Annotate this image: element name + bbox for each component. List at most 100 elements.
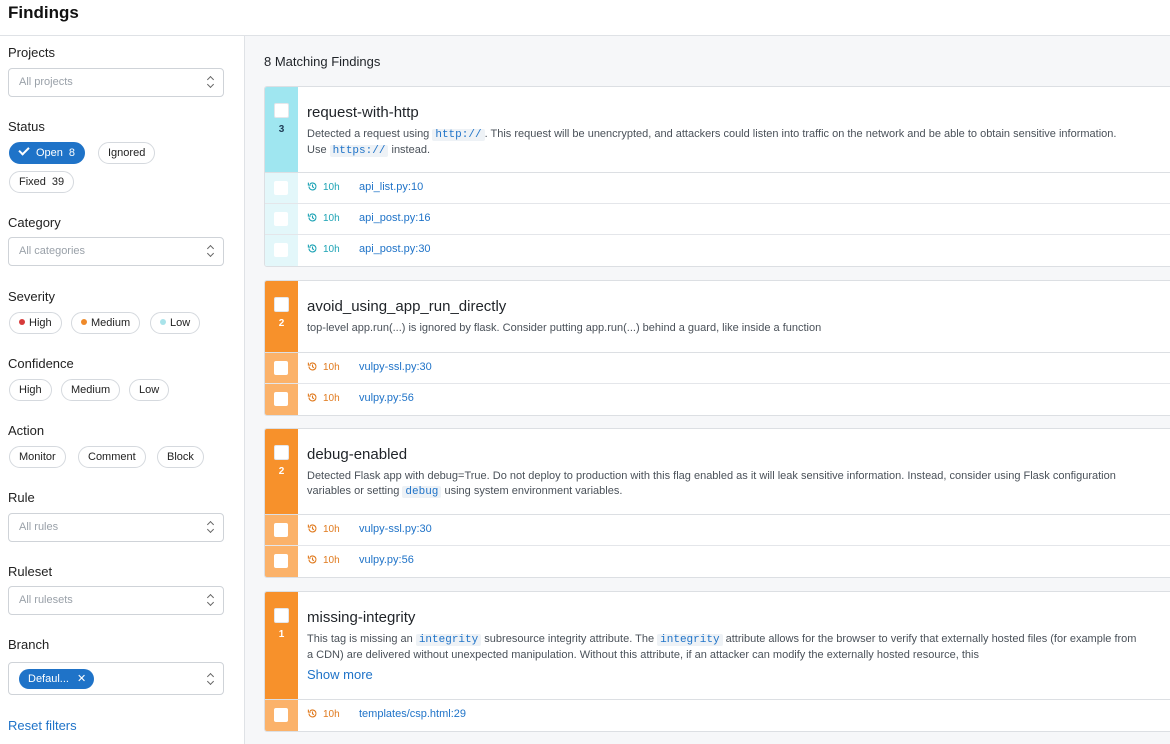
status-ignored-chip[interactable]: Ignored <box>98 142 156 164</box>
severity-stripe: 1 <box>265 592 298 699</box>
finding-checkbox[interactable] <box>274 297 289 312</box>
action-label: Action <box>8 423 45 438</box>
severity-label: Severity <box>8 289 55 304</box>
finding-checkbox[interactable] <box>274 608 289 623</box>
finding-checkbox[interactable] <box>274 103 289 118</box>
medium-dot-icon <box>81 319 87 325</box>
severity-low-chip[interactable]: Low <box>150 312 201 334</box>
status-open-label: Open <box>36 147 63 159</box>
location-row[interactable]: 10h vulpy.py:56 <box>265 546 1170 577</box>
matching-findings-count: 8 Matching Findings <box>264 54 381 69</box>
age: 10h <box>307 523 340 535</box>
ruleset-placeholder: All rulesets <box>19 594 73 606</box>
rule-name[interactable]: avoid_using_app_run_directly <box>307 298 506 315</box>
rule-label: Rule <box>8 490 35 505</box>
severity-high-label: High <box>29 317 52 329</box>
finding-card: 1 missing-integrity This tag is missing … <box>264 591 1170 732</box>
reset-filters-link[interactable]: Reset filters <box>8 718 77 733</box>
age: 10h <box>307 181 340 193</box>
status-ignored-label: Ignored <box>108 147 146 159</box>
confidence-medium-label: Medium <box>71 384 111 396</box>
location-row[interactable]: 10h vulpy-ssl.py:30 <box>265 515 1170 546</box>
finding-description: This tag is missing an integrity subreso… <box>307 633 1137 661</box>
status-fixed-count: 39 <box>51 176 65 188</box>
location-checkbox[interactable] <box>274 708 288 722</box>
history-icon <box>307 213 317 222</box>
location-checkbox[interactable] <box>274 181 288 195</box>
severity-stripe: 2 <box>265 429 298 514</box>
history-icon <box>307 393 317 402</box>
chevron-updown-icon <box>207 244 214 258</box>
location-row[interactable]: 10h vulpy-ssl.py:30 <box>265 353 1170 384</box>
action-monitor-chip[interactable]: Monitor <box>9 446 66 468</box>
branch-select[interactable]: Defaul... ✕ <box>8 662 224 695</box>
location-checkbox[interactable] <box>274 554 288 568</box>
location-checkbox[interactable] <box>274 392 288 406</box>
rule-select[interactable]: All rules <box>8 513 224 542</box>
location-row[interactable]: 10h api_post.py:30 <box>265 235 1170 266</box>
rule-name[interactable]: request-with-http <box>307 104 419 121</box>
file-link[interactable]: vulpy-ssl.py:30 <box>359 523 432 535</box>
severity-medium-chip[interactable]: Medium <box>71 312 141 334</box>
ruleset-label: Ruleset <box>8 564 53 579</box>
confidence-high-label: High <box>19 384 42 396</box>
location-row[interactable]: 10h api_list.py:10 <box>265 173 1170 204</box>
finding-description: top-level app.run(...) is ignored by fla… <box>307 322 822 334</box>
finding-header[interactable]: 3 request-with-http Detected a request u… <box>265 87 1170 173</box>
low-dot-icon <box>160 319 166 325</box>
history-icon <box>307 709 317 718</box>
ruleset-select[interactable]: All rulesets <box>8 586 224 615</box>
severity-high-chip[interactable]: High <box>9 312 62 334</box>
location-checkbox[interactable] <box>274 523 288 537</box>
confidence-low-chip[interactable]: Low <box>129 379 170 401</box>
file-link[interactable]: api_post.py:16 <box>359 212 431 224</box>
status-fixed-chip[interactable]: Fixed 39 <box>9 171 75 193</box>
file-link[interactable]: vulpy.py:56 <box>359 554 414 566</box>
branch-tag-label: Defaul... <box>28 673 69 685</box>
finding-card: 2 avoid_using_app_run_directly top-level… <box>264 280 1170 416</box>
category-placeholder: All categories <box>19 245 86 257</box>
severity-stripe: 3 <box>265 87 298 172</box>
finding-count: 2 <box>278 318 285 329</box>
file-link[interactable]: api_post.py:30 <box>359 243 431 255</box>
file-link[interactable]: vulpy.py:56 <box>359 392 414 404</box>
confidence-medium-chip[interactable]: Medium <box>61 379 121 401</box>
rule-name[interactable]: missing-integrity <box>307 609 415 626</box>
action-comment-chip[interactable]: Comment <box>78 446 146 468</box>
projects-select[interactable]: All projects <box>8 68 224 97</box>
branch-tag[interactable]: Defaul... ✕ <box>19 669 95 689</box>
age: 10h <box>307 212 340 224</box>
projects-label: Projects <box>8 45 55 60</box>
action-block-chip[interactable]: Block <box>157 446 204 468</box>
finding-card: 3 request-with-http Detected a request u… <box>264 86 1170 267</box>
history-icon <box>307 182 317 191</box>
close-icon[interactable]: ✕ <box>77 673 86 685</box>
status-open-chip[interactable]: Open 8 <box>9 142 86 164</box>
location-row[interactable]: 10h vulpy.py:56 <box>265 384 1170 415</box>
age: 10h <box>307 243 340 255</box>
action-monitor-label: Monitor <box>19 451 56 463</box>
history-icon <box>307 555 317 564</box>
category-select[interactable]: All categories <box>8 237 224 266</box>
finding-count: 3 <box>278 124 285 135</box>
finding-checkbox[interactable] <box>274 445 289 460</box>
finding-header[interactable]: 2 avoid_using_app_run_directly top-level… <box>265 281 1170 353</box>
filters-sidebar: Projects All projects Status Open 8 Ignor… <box>0 36 245 744</box>
file-link[interactable]: api_list.py:10 <box>359 181 423 193</box>
location-checkbox[interactable] <box>274 243 288 257</box>
show-more-link[interactable]: Show more <box>307 667 373 682</box>
projects-placeholder: All projects <box>19 76 73 88</box>
finding-header[interactable]: 2 debug-enabled Detected Flask app with … <box>265 429 1170 515</box>
confidence-high-chip[interactable]: High <box>9 379 52 401</box>
location-checkbox[interactable] <box>274 361 288 375</box>
action-comment-label: Comment <box>88 451 136 463</box>
location-checkbox[interactable] <box>274 212 288 226</box>
action-block-label: Block <box>167 451 194 463</box>
location-row[interactable]: 10h api_post.py:16 <box>265 204 1170 235</box>
location-row[interactable]: 10h templates/csp.html:29 <box>265 700 1170 731</box>
file-link[interactable]: vulpy-ssl.py:30 <box>359 361 432 373</box>
rule-name[interactable]: debug-enabled <box>307 446 407 463</box>
history-icon <box>307 524 317 533</box>
file-link[interactable]: templates/csp.html:29 <box>359 708 466 720</box>
finding-header[interactable]: 1 missing-integrity This tag is missing … <box>265 592 1170 700</box>
